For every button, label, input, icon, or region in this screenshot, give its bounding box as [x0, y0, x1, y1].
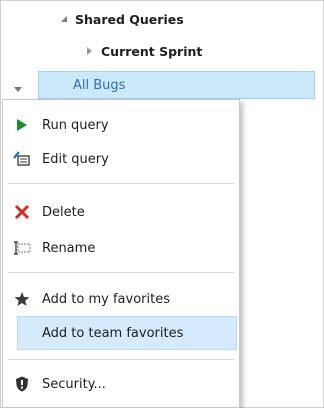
context-menu: Run query Edit query Delete Rename Add t…: [2, 99, 240, 408]
query-tree-panel: Shared Queries Current Sprint All Bugs R…: [0, 0, 324, 408]
edit-query-icon: [13, 150, 31, 168]
delete-x-icon: [13, 203, 31, 221]
menu-item-edit-query[interactable]: Edit query: [3, 142, 239, 176]
tree-item-label: Current Sprint: [101, 43, 203, 59]
menu-item-security[interactable]: Security...: [3, 367, 239, 401]
menu-item-label: Rename: [42, 240, 96, 256]
menu-item-label: Add to team favorites: [42, 325, 184, 341]
menu-item-label: Delete: [42, 204, 85, 220]
collapsed-triangle-icon[interactable]: [87, 47, 92, 55]
menu-item-label: Security...: [42, 376, 106, 392]
play-icon: [13, 116, 31, 134]
menu-separator: [9, 359, 234, 360]
menu-item-rename[interactable]: Rename: [3, 231, 239, 265]
rename-icon: [13, 239, 31, 257]
menu-item-delete[interactable]: Delete: [3, 195, 239, 229]
menu-item-add-to-team-favorites[interactable]: Add to team favorites: [17, 316, 237, 350]
menu-item-run-query[interactable]: Run query: [3, 108, 239, 142]
menu-item-label: Add to my favorites: [42, 291, 170, 307]
tree-item-current-sprint[interactable]: Current Sprint: [87, 37, 202, 65]
menu-separator: [9, 183, 234, 184]
tree-item-shared-queries[interactable]: Shared Queries: [61, 5, 184, 33]
context-menu-trigger-icon[interactable]: [14, 81, 22, 96]
star-icon: [13, 290, 31, 308]
shield-icon: [13, 375, 31, 393]
menu-separator: [9, 272, 234, 273]
menu-item-label: Edit query: [42, 151, 109, 167]
tree-item-all-bugs[interactable]: All Bugs: [38, 71, 315, 99]
expanded-triangle-icon[interactable]: [61, 16, 67, 22]
menu-item-label: Run query: [42, 117, 109, 133]
menu-item-add-to-my-favorites[interactable]: Add to my favorites: [3, 282, 239, 316]
tree-item-label: All Bugs: [73, 77, 126, 93]
tree-item-label: Shared Queries: [75, 11, 184, 27]
chevron-down-icon[interactable]: [14, 87, 22, 92]
